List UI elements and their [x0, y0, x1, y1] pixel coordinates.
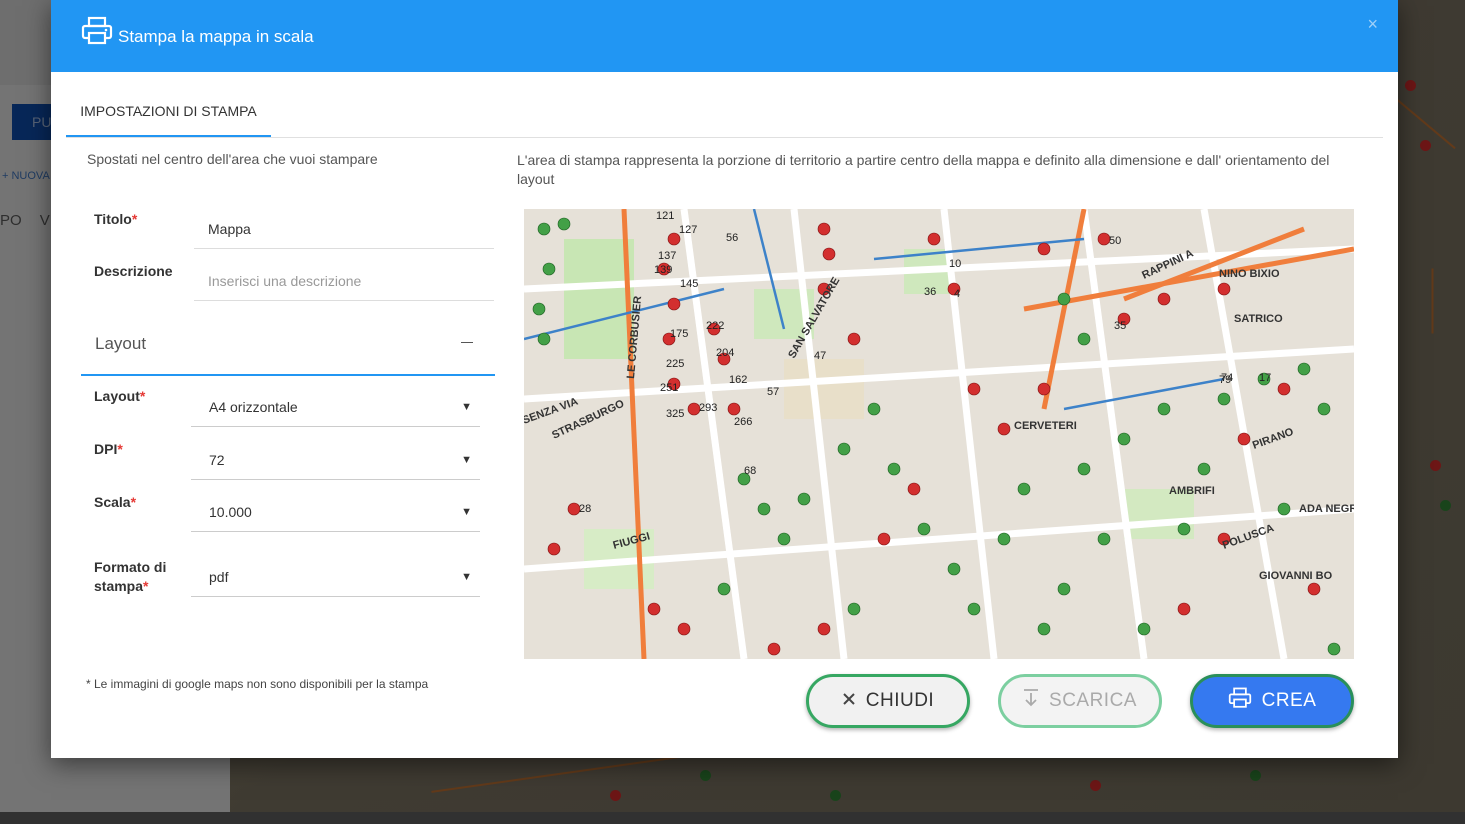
- dropdown-arrow-icon: ▼: [461, 571, 472, 583]
- dropdown-arrow-icon: ▼: [461, 454, 472, 466]
- map-street-label: SATRICO: [1234, 313, 1283, 325]
- map-street-label: AMBRIFI: [1169, 485, 1215, 497]
- map-marker-label: 204: [716, 347, 734, 359]
- map-marker-label: 127: [679, 224, 697, 236]
- scarica-button[interactable]: SCARICA: [998, 674, 1162, 728]
- map-marker-label: 35: [1114, 320, 1126, 332]
- map-marker-label: 17: [1259, 372, 1271, 384]
- map-marker-label: 175: [670, 328, 688, 340]
- descrizione-label: Descrizione: [94, 263, 173, 279]
- crea-button[interactable]: CREA: [1190, 674, 1354, 728]
- layout-select[interactable]: A4 orizzontale ▼: [191, 387, 480, 427]
- dropdown-arrow-icon: ▼: [461, 401, 472, 413]
- dpi-select[interactable]: 72 ▼: [191, 440, 480, 480]
- map-marker-label: 121: [656, 210, 674, 222]
- map-svg: 121 127 56 137 139 145 175 222 204 225 2…: [524, 209, 1354, 659]
- formato-select[interactable]: pdf ▼: [191, 557, 480, 597]
- map-marker-label: 266: [734, 416, 752, 428]
- map-marker-label: 57: [767, 386, 779, 398]
- map-marker-label: 162: [729, 374, 747, 386]
- left-hint-text: Spostati nel centro dell'area che vuoi s…: [87, 151, 378, 167]
- layout-section-header[interactable]: Layout: [81, 318, 495, 376]
- dpi-label: DPI*: [94, 441, 123, 457]
- print-area-map-preview[interactable]: 121 127 56 137 139 145 175 222 204 225 2…: [524, 209, 1354, 659]
- map-street-label: GIOVANNI BO: [1259, 570, 1333, 582]
- right-hint-text: L'area di stampa rappresenta la porzione…: [517, 152, 1330, 187]
- map-marker-label: 28: [579, 503, 591, 515]
- map-marker-label: 79: [1219, 374, 1231, 386]
- map-marker-label: 325: [666, 408, 684, 420]
- map-street-label: ADA NEGRI: [1299, 503, 1354, 515]
- download-icon: [1023, 689, 1039, 713]
- scala-label: Scala*: [94, 494, 137, 510]
- layout-label: Layout*: [94, 388, 146, 404]
- close-icon[interactable]: ×: [1367, 14, 1378, 35]
- map-marker-label: 56: [726, 232, 738, 244]
- map-marker-label: 10: [949, 258, 961, 270]
- map-marker-label: 222: [706, 320, 724, 332]
- map-marker-label: 137: [658, 250, 676, 262]
- map-marker-label: 4: [954, 288, 960, 300]
- map-marker-label: 251: [660, 382, 678, 394]
- map-marker-label: 47: [814, 350, 826, 362]
- titolo-label: Titolo*: [94, 211, 138, 227]
- dropdown-arrow-icon: ▼: [461, 506, 472, 518]
- footnote: * Le immagini di google maps non sono di…: [86, 677, 429, 691]
- map-marker-label: 36: [924, 286, 936, 298]
- chiudi-button[interactable]: CHIUDI: [806, 674, 970, 728]
- print-dialog: Stampa la mappa in scala × IMPOSTAZIONI …: [51, 0, 1398, 758]
- crea-label: CREA: [1261, 690, 1317, 711]
- scala-select[interactable]: 10.000 ▼: [191, 492, 480, 532]
- map-street-label: CERVETERI: [1014, 420, 1077, 432]
- map-marker-label: 139: [654, 264, 672, 276]
- tab-impostazioni-di-stampa[interactable]: IMPOSTAZIONI DI STAMPA: [66, 89, 271, 137]
- descrizione-input[interactable]: Inserisci una descrizione: [194, 263, 494, 301]
- layout-section-title: Layout: [95, 334, 147, 353]
- printer-icon: [81, 16, 113, 46]
- scarica-label: SCARICA: [1049, 690, 1137, 711]
- dialog-title: Stampa la mappa in scala: [118, 27, 314, 46]
- dialog-header: Stampa la mappa in scala ×: [51, 0, 1398, 72]
- map-street-label: NINO BIXIO: [1219, 268, 1280, 280]
- collapse-icon[interactable]: [461, 342, 473, 343]
- titolo-input[interactable]: Mappa: [194, 211, 494, 249]
- map-marker-label: 50: [1109, 235, 1121, 247]
- chiudi-label: CHIUDI: [865, 690, 935, 711]
- close-icon: [842, 690, 856, 712]
- printer-icon: [1228, 687, 1252, 715]
- map-marker-label: 145: [680, 278, 698, 290]
- map-marker-label: 68: [744, 465, 756, 477]
- map-marker-label: 293: [699, 402, 717, 414]
- formato-label: Formato di stampa*: [94, 559, 167, 594]
- tab-bar: IMPOSTAZIONI DI STAMPA: [66, 89, 1383, 138]
- map-marker-label: 225: [666, 358, 684, 370]
